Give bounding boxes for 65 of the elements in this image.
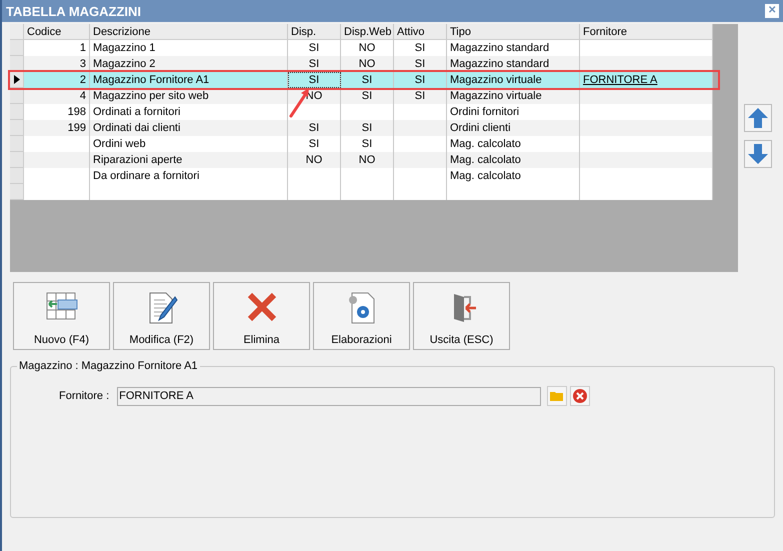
- table-cell: SI: [414, 90, 426, 102]
- table-row[interactable]: Riparazioni aperte NO NO Mag. calcolato: [10, 152, 713, 168]
- table-row[interactable]: 1 Magazzino 1 SI NO SI Magazzino standard: [10, 40, 713, 56]
- column-header[interactable]: Attivo: [394, 24, 447, 40]
- table-cell: Magazzino standard: [450, 58, 550, 70]
- table-cell: SI: [362, 74, 372, 86]
- table-row[interactable]: 2 Magazzino Fornitore A1 SI SI SI Magazzino virtuale FORNITORE A: [10, 72, 713, 88]
- table-row[interactable]: Ordini web SI SI Mag. calcolato: [10, 136, 713, 152]
- table-cell: SI: [308, 42, 320, 54]
- table-cell: 198: [68, 106, 86, 118]
- table-cell: Magazzino 2: [93, 58, 156, 70]
- column-header[interactable]: Descrizione: [90, 24, 288, 40]
- table-cell: NO: [358, 154, 376, 166]
- table-cell: Magazzino per sito web: [93, 90, 209, 102]
- table-cell: SI: [362, 138, 372, 150]
- table-cell: SI: [414, 58, 426, 70]
- table-cell: Magazzino virtuale: [450, 74, 542, 86]
- table-cell: Magazzino Fornitore A1: [93, 74, 210, 86]
- table-cell: NO: [358, 42, 376, 54]
- column-header[interactable]: Disp.Web: [341, 24, 394, 40]
- table-cell: 4: [80, 90, 86, 102]
- table-cell: Ordini clienti: [450, 122, 511, 134]
- group-title: Magazzino : Magazzino Fornitore A1: [18, 360, 199, 372]
- table-cell: SI: [362, 122, 372, 134]
- toolbar-button[interactable]: Nuovo (F4): [13, 282, 110, 350]
- table-cell: Ordini web: [93, 138, 146, 150]
- table-cell: SI: [414, 42, 426, 54]
- table-cell: Mag. calcolato: [450, 138, 521, 150]
- toolbar-button[interactable]: Modifica (F2): [113, 282, 210, 350]
- table-cell: SI: [308, 74, 320, 86]
- table-cell: Riparazioni aperte: [93, 154, 182, 166]
- table-cell: Ordinati a fornitori: [93, 106, 180, 118]
- column-header[interactable]: Fornitore: [580, 24, 713, 40]
- window-title: TABELLA MAGAZZINI: [6, 4, 142, 18]
- table-cell: NO: [306, 154, 322, 166]
- field-label: Fornitore :: [59, 390, 110, 402]
- table-cell: SI: [308, 122, 320, 134]
- table-row[interactable]: 198 Ordinati a fornitori Ordini fornitori: [10, 104, 713, 120]
- table-cell: Ordinati dai clienti: [93, 122, 180, 134]
- table-cell: 1: [80, 42, 86, 54]
- table-cell: 2: [80, 74, 86, 86]
- table-cell: NO: [358, 58, 376, 70]
- table-cell: Da ordinare a fornitori: [93, 170, 200, 182]
- table-cell: SI: [362, 90, 372, 102]
- column-header[interactable]: Disp.: [288, 24, 341, 40]
- table-cell: SI: [308, 58, 320, 70]
- table-cell: Mag. calcolato: [450, 170, 521, 182]
- table-cell: Mag. calcolato: [450, 154, 521, 166]
- column-header[interactable]: Tipo: [447, 24, 580, 40]
- table-cell: SI: [308, 138, 320, 150]
- table-cell: SI: [414, 74, 426, 86]
- toolbar-button[interactable]: Uscita (ESC): [413, 282, 510, 350]
- table-cell: 199: [68, 122, 86, 134]
- column-header[interactable]: Codice: [24, 24, 90, 40]
- toolbar-button[interactable]: Elimina: [213, 282, 310, 350]
- toolbar-button[interactable]: Elaborazioni: [313, 282, 410, 350]
- table-cell: Magazzino standard: [450, 42, 550, 54]
- table-row[interactable]: 199 Ordinati dai clienti SI SI Ordini clienti: [10, 120, 713, 136]
- table-row[interactable]: Da ordinare a fornitori Mag. calcolato: [10, 168, 713, 184]
- table-cell: 3: [80, 58, 86, 70]
- supplier-link[interactable]: FORNITORE A: [583, 74, 658, 86]
- supplier-field[interactable]: FORNITORE A: [117, 386, 542, 406]
- table-cell: Magazzino 1: [93, 42, 156, 54]
- table-cell: Magazzino virtuale: [450, 90, 542, 102]
- table-cell: Ordini fornitori: [450, 106, 520, 118]
